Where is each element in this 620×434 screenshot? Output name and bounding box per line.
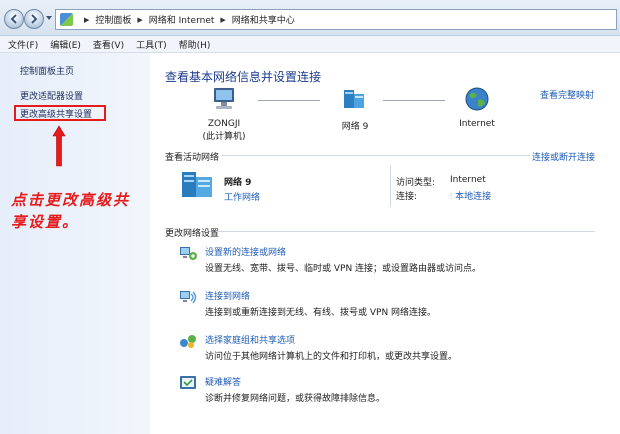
- computer-name: ZONGJI: [207, 119, 241, 129]
- task-description: 连接到或重新连接到无线、有线、拨号或 VPN 网络连接。: [205, 308, 437, 318]
- breadcrumb-network-internet[interactable]: 网络和 Internet: [149, 13, 215, 26]
- change-adapter-settings-link[interactable]: 更改适配器设置: [20, 89, 83, 102]
- breadcrumb-control-panel[interactable]: 控制面板: [95, 13, 131, 26]
- menu-bar: 文件(F) 编辑(E) 查看(V) 工具(T) 帮助(H): [0, 36, 620, 53]
- globe-icon: [465, 87, 489, 111]
- task-title-link[interactable]: 设置新的连接或网络: [205, 245, 286, 258]
- task-description: 访问位于其他网络计算机上的文件和打印机，或更改共享设置。: [205, 352, 458, 362]
- connect-disconnect-link[interactable]: 连接或断开连接: [532, 150, 595, 163]
- back-button[interactable]: [4, 9, 24, 29]
- active-network-name: 网络 9: [224, 178, 252, 188]
- control-panel-icon: [60, 13, 73, 26]
- new-connection-icon: [180, 247, 197, 260]
- network-node: 网络 9: [332, 86, 378, 132]
- connector-line: [383, 100, 445, 101]
- task-title-link[interactable]: 选择家庭组和共享选项: [205, 333, 295, 346]
- local-connection-label: 本地连接: [455, 192, 492, 202]
- internet-label: Internet: [459, 119, 495, 129]
- task-title-link[interactable]: 疑难解答: [205, 375, 241, 388]
- connect-network-icon: [180, 291, 197, 304]
- local-connection-link[interactable]: ⫶ 本地连接: [450, 189, 491, 202]
- computer-subtitle: (此计算机): [202, 132, 246, 142]
- breadcrumb-sharing-center[interactable]: 网络和共享中心: [232, 13, 295, 26]
- connection-label: 连接:: [396, 192, 418, 202]
- homegroup-icon: [180, 335, 196, 348]
- highlight-box: [14, 105, 106, 121]
- active-networks-heading: 查看活动网络: [165, 153, 220, 163]
- network-bench-icon: [182, 172, 212, 197]
- computer-node: ZONGJI (此计算机): [198, 86, 250, 142]
- chevron-right-icon[interactable]: ▶: [137, 16, 142, 24]
- view-full-map-link[interactable]: 查看完整映射: [540, 88, 594, 101]
- menu-edit[interactable]: 编辑(E): [50, 38, 81, 51]
- connector-line: [258, 100, 320, 101]
- ethernet-plug-icon: ⫶: [450, 192, 453, 202]
- section-divider: [216, 231, 595, 232]
- forward-button[interactable]: [24, 9, 44, 29]
- chevron-right-icon[interactable]: ▶: [84, 16, 89, 24]
- annotation-text: 点击更改高级共享设置。: [11, 191, 131, 231]
- page-title: 查看基本网络信息并设置连接: [165, 70, 322, 84]
- section-divider: [222, 155, 530, 156]
- task-description: 设置无线、宽带、拨号、临时或 VPN 连接；或设置路由器或访问点。: [205, 264, 482, 274]
- troubleshoot-icon: [180, 376, 196, 389]
- access-type-value: Internet: [450, 175, 486, 185]
- task-description: 诊断并修复网络问题，或获得故障排除信息。: [205, 394, 386, 404]
- red-up-arrow-icon: [52, 125, 66, 167]
- chevron-right-icon[interactable]: ▶: [220, 16, 225, 24]
- task-title-link[interactable]: 连接到网络: [205, 289, 250, 302]
- menu-view[interactable]: 查看(V): [93, 38, 124, 51]
- menu-help[interactable]: 帮助(H): [179, 38, 211, 51]
- vertical-divider: [390, 165, 391, 207]
- network-label: 网络 9: [341, 122, 369, 132]
- main-content: 查看基本网络信息并设置连接 查看完整映射 ZONGJI (此计算机) 网络 9: [150, 53, 620, 434]
- access-type-label: 访问类型:: [396, 178, 436, 188]
- back-arrow-icon: [10, 14, 17, 24]
- control-panel-home-link[interactable]: 控制面板主页: [20, 64, 74, 77]
- internet-node: Internet: [452, 86, 502, 129]
- menu-file[interactable]: 文件(F): [8, 38, 38, 51]
- network-type-link[interactable]: 工作网络: [224, 190, 260, 203]
- address-box[interactable]: ▶ 控制面板 ▶ 网络和 Internet ▶ 网络和共享中心: [55, 9, 617, 30]
- history-dropdown-icon[interactable]: [46, 16, 52, 20]
- computer-icon: [214, 88, 234, 109]
- network-bench-icon: [344, 90, 364, 108]
- left-pane: 控制面板主页 更改适配器设置 更改高级共享设置 点击更改高级共享设置。: [0, 53, 150, 434]
- change-settings-heading: 更改网络设置: [165, 229, 220, 239]
- menu-tools[interactable]: 工具(T): [136, 38, 167, 51]
- forward-arrow-icon: [31, 14, 38, 24]
- address-bar: ▶ 控制面板 ▶ 网络和 Internet ▶ 网络和共享中心: [0, 0, 620, 36]
